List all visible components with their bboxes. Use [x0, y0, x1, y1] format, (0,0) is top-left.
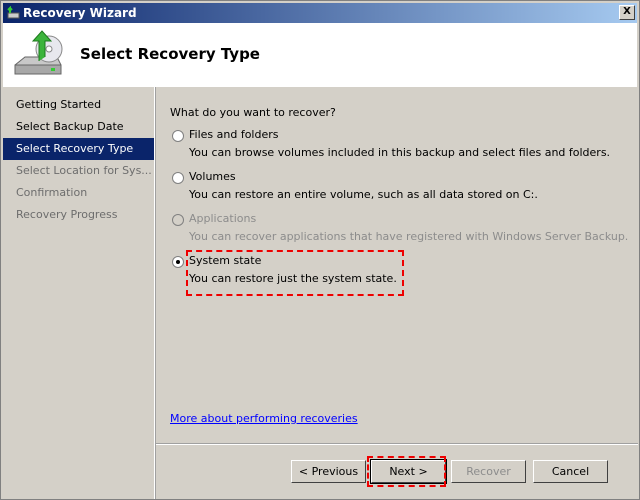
previous-button[interactable]: < Previous [291, 460, 366, 483]
nav-step-select-location: Select Location for Sys... [16, 164, 152, 177]
footer-divider [156, 443, 638, 445]
option-description: You can restore an entire volume, such a… [189, 188, 538, 201]
recover-button: Recover [451, 460, 526, 483]
nav-divider [154, 87, 156, 499]
backup-app-icon [7, 6, 20, 19]
question-label: What do you want to recover? [170, 106, 336, 119]
option-description: You can browse volumes included in this … [189, 146, 611, 159]
option-label[interactable]: Volumes [189, 170, 236, 183]
window-title: Recovery Wizard [23, 6, 137, 20]
radio-volumes[interactable] [172, 172, 184, 184]
wizard-header: Select Recovery Type [3, 23, 637, 87]
nav-step-select-backup-date[interactable]: Select Backup Date [3, 116, 154, 138]
recovery-disk-icon [14, 30, 63, 75]
cancel-button[interactable]: Cancel [533, 460, 608, 483]
recovery-wizard-window: Recovery Wizard X Select Recovery Type G… [0, 0, 640, 500]
nav-step-recovery-progress: Recovery Progress [16, 208, 118, 221]
nav-step-confirmation: Confirmation [16, 186, 88, 199]
wizard-steps-nav: Getting Started Select Backup Date Selec… [3, 87, 154, 499]
highlight-system-state [186, 250, 404, 296]
help-link[interactable]: More about performing recoveries [170, 412, 358, 425]
nav-step-select-recovery-type[interactable]: Select Recovery Type [3, 138, 154, 160]
close-button[interactable]: X [619, 5, 635, 20]
page-title: Select Recovery Type [80, 45, 260, 63]
nav-step-getting-started[interactable]: Getting Started [3, 94, 154, 116]
option-description: You can recover applications that have r… [189, 230, 629, 243]
highlight-next [367, 456, 446, 487]
title-bar: Recovery Wizard X [3, 3, 637, 23]
option-label: Applications [189, 212, 257, 225]
radio-files-folders[interactable] [172, 130, 184, 142]
radio-system-state[interactable] [172, 256, 184, 268]
radio-applications [172, 214, 184, 226]
option-label[interactable]: Files and folders [189, 128, 279, 141]
